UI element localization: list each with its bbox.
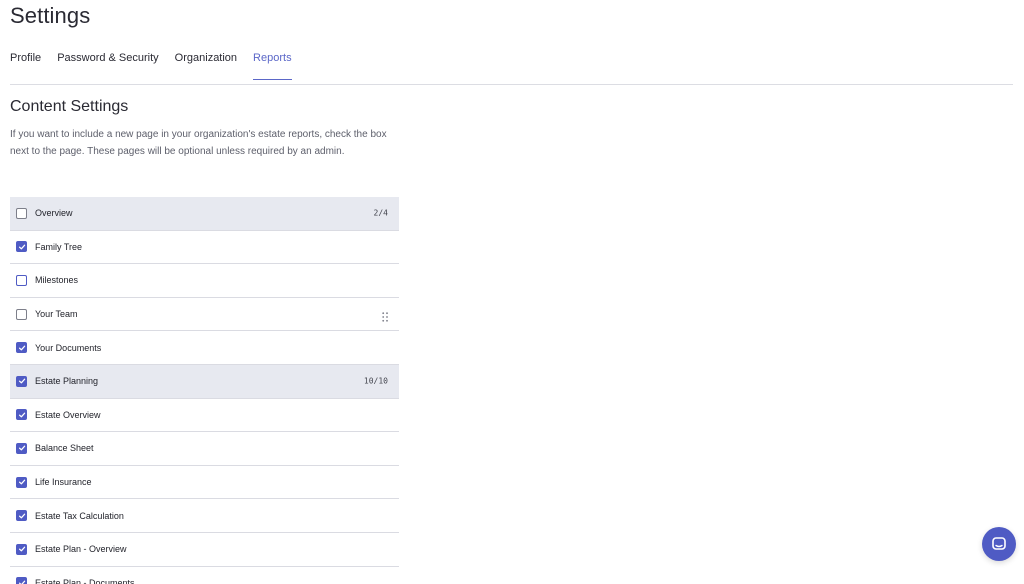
tab-organization[interactable]: Organization [175,52,237,80]
row-label: Overview [35,208,73,219]
report-page-list: Overview 2/4 Family Tree Milestones Your Tea… [10,197,399,584]
section-description: If you want to include a new page in you… [10,129,387,157]
checkmark-icon [18,378,25,384]
tab-reports[interactable]: Reports [253,52,292,80]
selected-count: 2/4 [373,208,388,218]
page-checkbox[interactable] [16,308,27,320]
page-checkbox[interactable] [16,375,27,387]
tab-profile[interactable]: Profile [10,52,41,80]
row-label: Your Documents [35,342,102,353]
list-item: Estate Plan - Documents [10,566,399,584]
settings-page: Settings Profile Password & Security Org… [0,0,1024,584]
list-item: Balance Sheet [10,432,399,466]
row-label: Estate Planning [35,376,99,387]
page-checkbox[interactable] [16,476,27,488]
row-label: Estate Overview [35,409,101,420]
row-label: Family Tree [35,241,83,252]
row-label: Estate Tax Calculation [35,510,124,521]
checkmark-icon [18,580,25,584]
page-checkbox[interactable] [16,342,27,354]
checkmark-icon [18,446,25,451]
drag-handle-icon[interactable] [382,309,388,322]
list-item: Life Insurance [10,465,399,500]
page-checkbox[interactable] [16,409,27,421]
checkmark-icon [18,513,25,519]
chat-bubble-icon [992,537,1006,550]
row-label: Balance Sheet [35,443,94,454]
checkmark-icon [18,479,25,485]
page-checkbox[interactable] [16,577,27,584]
chat-button[interactable] [982,527,1016,561]
section-title: Content Settings [10,98,129,115]
list-item: Estate Tax Calculation [10,499,399,533]
row-label: Estate Plan - Overview [35,544,127,555]
checkmark-icon [18,546,25,552]
row-label: Estate Plan - Documents [35,577,135,584]
tab-password-security[interactable]: Password & Security [57,52,158,80]
page-checkbox[interactable] [16,274,27,286]
row-label: Milestones [35,275,79,286]
page-checkbox[interactable] [16,510,27,522]
list-item: Estate Plan - Overview [10,532,399,567]
list-item: Family Tree [10,230,399,265]
list-item: Your Team [10,297,399,332]
checkmark-icon [18,244,25,250]
page-title: Settings [10,3,91,28]
checkmark-icon [18,345,25,351]
page-checkbox[interactable] [16,543,27,555]
page-checkbox[interactable] [16,241,27,253]
group-row: Overview 2/4 [10,197,399,231]
row-label: Your Team [35,309,78,320]
row-label: Life Insurance [35,477,92,488]
checkmark-icon [18,412,25,418]
group-row: Estate Planning 10/10 [10,364,399,399]
list-item: Estate Overview [10,398,399,433]
page-checkbox[interactable] [16,442,27,454]
tabs-divider [10,84,1013,85]
page-checkbox[interactable] [16,207,27,219]
list-item: Your Documents [10,331,399,365]
settings-tabs: Profile Password & Security Organization… [10,52,308,80]
list-item: Milestones [10,264,399,298]
selected-count: 10/10 [363,376,388,386]
